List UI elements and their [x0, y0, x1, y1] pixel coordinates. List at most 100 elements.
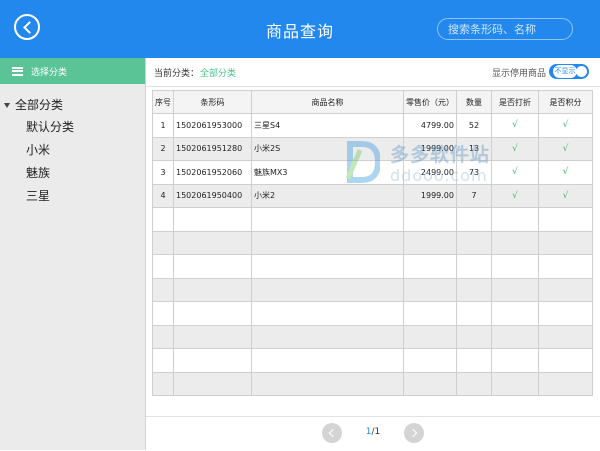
- page-indicator: 1/1: [356, 427, 390, 437]
- cell-no: 3: [152, 160, 174, 185]
- cell-name: 小米2S: [251, 136, 404, 161]
- empty-cell: [173, 324, 252, 349]
- caret-down-icon[interactable]: [4, 103, 10, 108]
- filter-bar: 当前分类： 全部分类 显示停用商品 不显示: [146, 58, 600, 87]
- empty-cell: [403, 277, 457, 302]
- cell-price: 4799.00: [403, 113, 457, 138]
- empty-cell: [251, 254, 404, 279]
- empty-table-row: [152, 301, 593, 326]
- cell-name: 小米2: [251, 183, 404, 208]
- empty-cell: [251, 371, 404, 396]
- empty-cell: [403, 230, 457, 255]
- cell-points-check: √: [538, 113, 593, 138]
- toggle-knob: [576, 66, 587, 77]
- empty-cell: [456, 324, 492, 349]
- cell-barcode: 1502061952060: [173, 160, 252, 185]
- chevron-left-icon[interactable]: [322, 423, 342, 443]
- empty-cell: [251, 230, 404, 255]
- col-header-qty[interactable]: 数量: [456, 90, 492, 114]
- empty-cell: [152, 254, 174, 279]
- table-row[interactable]: 2 1502061951280 小米2S 1999.00 13 √ √: [152, 136, 593, 161]
- cell-no: 4: [152, 183, 174, 208]
- empty-cell: [538, 277, 593, 302]
- empty-cell: [456, 277, 492, 302]
- empty-table-row: [152, 348, 593, 373]
- empty-table-row: [152, 230, 593, 255]
- empty-cell: [403, 348, 457, 373]
- empty-cell: [173, 230, 252, 255]
- empty-cell: [403, 301, 457, 326]
- current-category-value: 全部分类: [200, 69, 237, 79]
- cell-qty: 13: [456, 136, 492, 161]
- cell-qty: 52: [456, 113, 492, 138]
- tree-root-all[interactable]: 全部分类: [0, 94, 145, 116]
- empty-cell: [491, 348, 539, 373]
- empty-cell: [251, 207, 404, 232]
- cell-name: 三星S4: [251, 113, 404, 138]
- col-header-no[interactable]: 序号: [152, 90, 174, 114]
- table-header-row: 序号 条形码 商品名称 零售价（元） 数量 是否打折 是否积分: [152, 90, 593, 114]
- empty-cell: [152, 277, 174, 302]
- current-category-label: 当前分类：: [154, 69, 200, 79]
- cell-barcode: 1502061950400: [173, 183, 252, 208]
- empty-cell: [456, 301, 492, 326]
- cell-name: 魅族MX3: [251, 160, 404, 185]
- show-disabled-toggle[interactable]: 不显示: [549, 64, 589, 79]
- empty-cell: [403, 371, 457, 396]
- empty-table-row: [152, 324, 593, 349]
- tree-item-xiaomi[interactable]: 小米: [0, 139, 145, 162]
- table-row[interactable]: 1 1502061953000 三星S4 4799.00 52 √ √: [152, 113, 593, 138]
- empty-cell: [152, 301, 174, 326]
- empty-cell: [491, 207, 539, 232]
- cell-discount-check: √: [491, 160, 539, 185]
- empty-cell: [152, 348, 174, 373]
- cell-price: 1999.00: [403, 136, 457, 161]
- empty-cell: [456, 371, 492, 396]
- tree-item-default[interactable]: 默认分类: [0, 116, 145, 139]
- empty-cell: [491, 230, 539, 255]
- empty-cell: [403, 207, 457, 232]
- empty-cell: [251, 324, 404, 349]
- empty-rows: [152, 207, 593, 396]
- category-tree: 全部分类 默认分类 小米 魅族 三星: [0, 84, 145, 208]
- list-icon: [12, 66, 23, 76]
- table-row[interactable]: 3 1502061952060 魅族MX3 2499.00 73 √ √: [152, 160, 593, 185]
- empty-cell: [152, 207, 174, 232]
- empty-cell: [538, 230, 593, 255]
- empty-cell: [173, 301, 252, 326]
- empty-cell: [538, 348, 593, 373]
- cell-points-check: √: [538, 183, 593, 208]
- toggle-state-text: 不显示: [553, 65, 577, 78]
- page-total: /1: [371, 427, 381, 437]
- empty-cell: [152, 371, 174, 396]
- empty-table-row: [152, 254, 593, 279]
- chevron-right-icon[interactable]: [404, 423, 424, 443]
- empty-cell: [456, 230, 492, 255]
- empty-cell: [456, 207, 492, 232]
- empty-cell: [538, 324, 593, 349]
- col-header-name[interactable]: 商品名称: [251, 90, 404, 114]
- col-header-points[interactable]: 是否积分: [538, 90, 593, 114]
- cell-discount-check: √: [491, 183, 539, 208]
- col-header-price[interactable]: 零售价（元）: [403, 90, 457, 114]
- empty-table-row: [152, 207, 593, 232]
- cell-price: 2499.00: [403, 160, 457, 185]
- col-header-discount[interactable]: 是否打折: [491, 90, 539, 114]
- tree-item-samsung[interactable]: 三星: [0, 185, 145, 208]
- app-header: 商品查询: [0, 0, 600, 58]
- empty-cell: [538, 301, 593, 326]
- empty-cell: [173, 348, 252, 373]
- search-input[interactable]: [437, 18, 573, 40]
- empty-table-row: [152, 277, 593, 302]
- col-header-barcode[interactable]: 条形码: [173, 90, 252, 114]
- cell-barcode: 1502061951280: [173, 136, 252, 161]
- empty-cell: [403, 254, 457, 279]
- main-panel: 当前分类： 全部分类 显示停用商品 不显示 序号 条形码 商品名称 零售价（元）…: [146, 58, 600, 450]
- cell-discount-check: √: [491, 113, 539, 138]
- table-row[interactable]: 4 1502061950400 小米2 1999.00 7 √ √: [152, 183, 593, 208]
- select-category-header[interactable]: 选择分类: [0, 58, 145, 84]
- tree-item-meizu[interactable]: 魅族: [0, 162, 145, 185]
- cell-no: 2: [152, 136, 174, 161]
- cell-points-check: √: [538, 136, 593, 161]
- select-category-label: 选择分类: [31, 67, 68, 78]
